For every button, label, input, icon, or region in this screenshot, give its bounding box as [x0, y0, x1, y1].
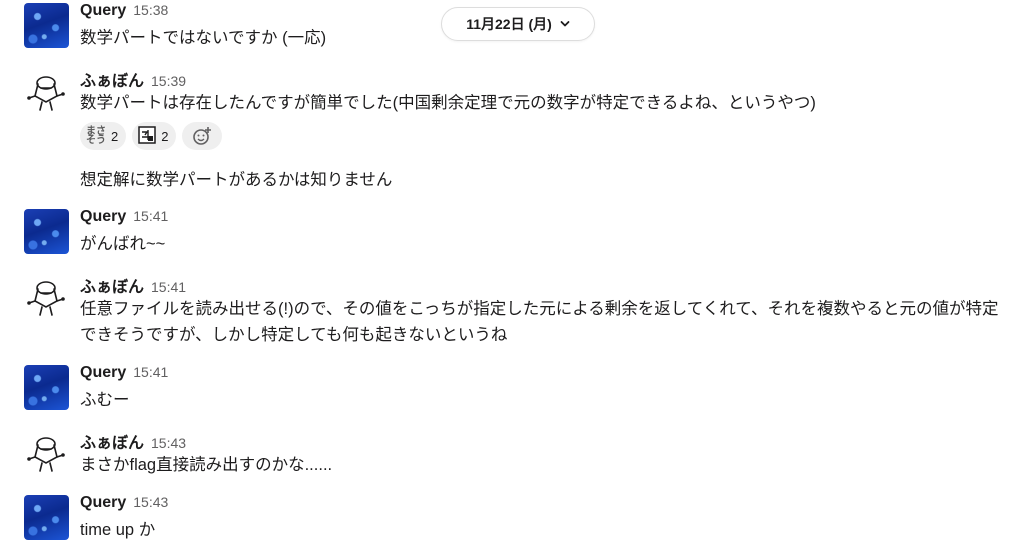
timestamp[interactable]: 15:41 — [151, 279, 186, 295]
timestamp[interactable]: 15:43 — [151, 435, 186, 451]
message-text: ふむー — [80, 391, 130, 409]
avatar[interactable] — [24, 70, 69, 115]
message-text: 数学パートは存在したんですが簡単でした(中国剰余定理で元の数字が特定できるよね、… — [80, 94, 816, 112]
avatar[interactable] — [24, 209, 69, 254]
line-drawing-avatar-icon — [27, 437, 65, 472]
message-text: がんばれ~~ — [80, 235, 166, 253]
avatar[interactable] — [24, 365, 69, 410]
masasou-emoji-icon: まさ そう — [86, 126, 106, 146]
message-text: 想定解に数学パートがあるかは知りません — [80, 171, 393, 189]
avatar[interactable] — [24, 275, 69, 320]
reaction-count: 2 — [111, 128, 119, 144]
message-text: time up か — [80, 521, 156, 539]
message-list: Query 15:38 数学パートではないですか (一応) ふぁぼん 15:39… — [0, 0, 1016, 546]
line-drawing-avatar-icon — [27, 76, 65, 111]
add-reaction-button[interactable] — [182, 122, 223, 150]
sender-name[interactable]: ふぁぼん — [80, 429, 144, 453]
line-drawing-avatar-icon — [27, 281, 65, 316]
sender-name[interactable]: ふぁぼん — [80, 67, 144, 91]
avatar[interactable] — [24, 431, 69, 476]
reaction-bar: まさ そう 2 2 — [80, 122, 223, 150]
add-reaction-icon — [193, 127, 212, 145]
avatar[interactable] — [24, 3, 69, 48]
sender-name[interactable]: Query — [80, 364, 126, 382]
timestamp[interactable]: 15:39 — [151, 73, 186, 89]
reaction-count: 2 — [161, 128, 169, 144]
sender-name[interactable]: Query — [80, 494, 126, 512]
timestamp[interactable]: 15:41 — [133, 208, 168, 224]
message-text: 任意ファイルを読み出せる(!)ので、その値をこっちが指定した元による剰余を返して… — [80, 300, 999, 344]
reaction-pill[interactable]: 2 — [132, 122, 177, 150]
timestamp[interactable]: 15:41 — [133, 364, 168, 380]
sender-name[interactable]: ふぁぼん — [80, 273, 144, 297]
sender-name[interactable]: Query — [80, 2, 126, 20]
reaction-pill[interactable]: まさ そう 2 — [80, 122, 127, 150]
avatar[interactable] — [24, 495, 69, 540]
timestamp[interactable]: 15:38 — [133, 2, 168, 18]
chevron-down-icon — [560, 21, 570, 27]
date-divider-button[interactable]: 11月22日 (月) — [441, 7, 595, 41]
date-label: 11月22日 (月) — [466, 16, 552, 32]
timestamp[interactable]: 15:43 — [133, 494, 168, 510]
kanji-tile-emoji-icon — [138, 125, 156, 147]
sender-name[interactable]: Query — [80, 208, 126, 226]
message-text: まさかflag直接読み出すのかな...... — [80, 456, 333, 474]
